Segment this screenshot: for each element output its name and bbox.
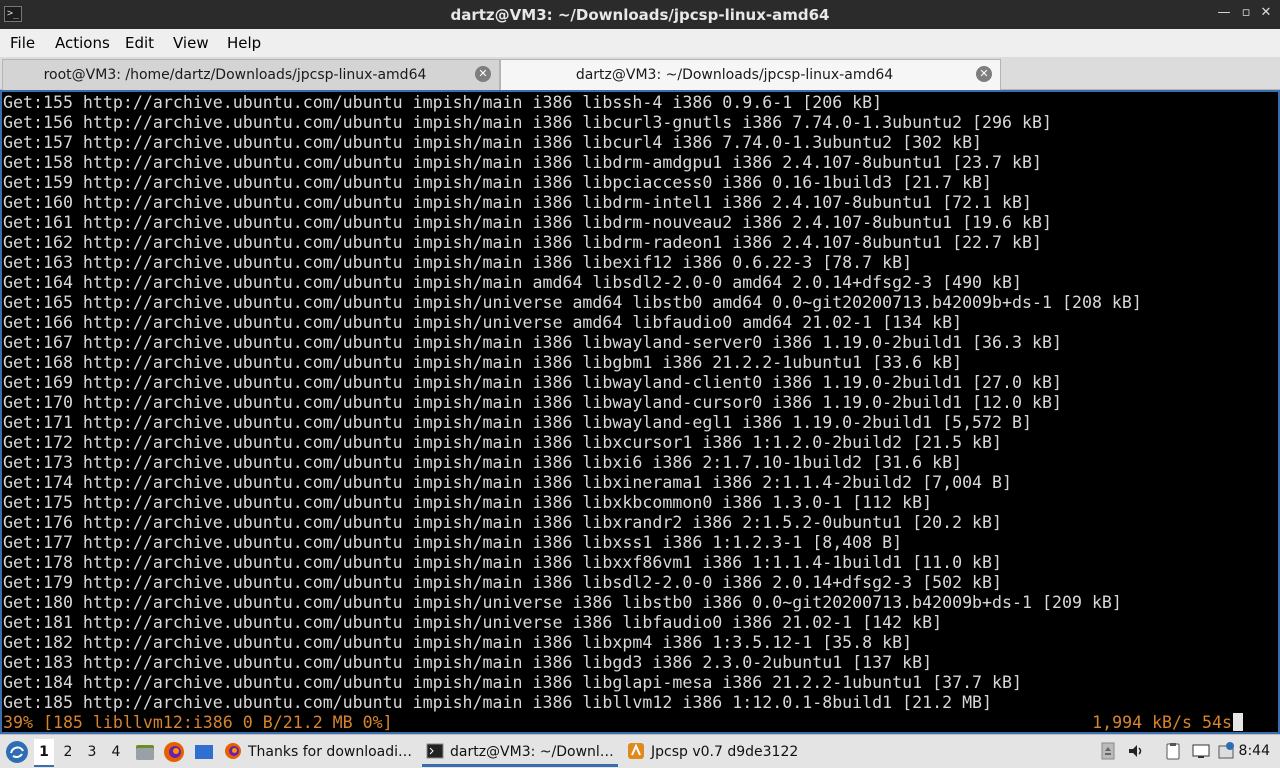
file-manager-icon[interactable] bbox=[134, 740, 156, 764]
terminal-line: Get:180 http://archive.ubuntu.com/ubuntu… bbox=[3, 593, 1122, 612]
progress-status: 39% [185 libllvm12:i386 0 B/21.2 MB 0%] bbox=[3, 713, 393, 732]
close-window-button[interactable]: ✕ bbox=[1258, 5, 1274, 21]
terminal-line: Get:176 http://archive.ubuntu.com/ubuntu… bbox=[3, 513, 1003, 532]
workspace-4[interactable]: 4 bbox=[106, 739, 126, 765]
tab-label: dartz@VM3: ~/Downloads/jpcsp-linux-amd64 bbox=[575, 67, 894, 83]
start-menu-icon[interactable] bbox=[5, 740, 29, 764]
menu-view[interactable]: View bbox=[173, 34, 209, 52]
tab-root-session[interactable]: root@VM3: /home/dartz/Downloads/jpcsp-li… bbox=[2, 59, 500, 90]
menu-file[interactable]: File bbox=[10, 34, 35, 52]
window-title: dartz@VM3: ~/Downloads/jpcsp-linux-amd64 bbox=[450, 6, 830, 24]
terminal-line: Get:174 http://archive.ubuntu.com/ubuntu… bbox=[3, 473, 1013, 492]
terminal-line: Get:156 http://archive.ubuntu.com/ubuntu… bbox=[3, 113, 1052, 132]
terminal-line: Get:175 http://archive.ubuntu.com/ubuntu… bbox=[3, 493, 933, 512]
task-label: dartz@VM3: ~/Downl… bbox=[450, 744, 614, 760]
workspace-1[interactable]: 1 bbox=[34, 739, 54, 767]
terminal-line: Get:159 http://archive.ubuntu.com/ubuntu… bbox=[3, 173, 993, 192]
task-terminal[interactable]: dartz@VM3: ~/Downl… bbox=[422, 737, 618, 767]
network-icon[interactable] bbox=[1192, 742, 1210, 760]
workspace-3[interactable]: 3 bbox=[82, 739, 102, 765]
tab-bar: root@VM3: /home/dartz/Downloads/jpcsp-li… bbox=[0, 57, 1280, 91]
task-jpcsp[interactable]: Jpcsp v0.7 d9de3122 bbox=[624, 737, 814, 767]
terminal-line: Get:185 http://archive.ubuntu.com/ubuntu… bbox=[3, 693, 993, 712]
terminal-line: Get:164 http://archive.ubuntu.com/ubuntu… bbox=[3, 273, 1023, 292]
workspace-2[interactable]: 2 bbox=[58, 739, 78, 765]
task-label: Jpcsp v0.7 d9de3122 bbox=[651, 744, 799, 760]
progress-rate: 1,994 kB/s 54s bbox=[1092, 713, 1243, 732]
clock[interactable]: 8:44 bbox=[1239, 743, 1270, 759]
terminal-line: Get:183 http://archive.ubuntu.com/ubuntu… bbox=[3, 653, 933, 672]
menu-bar: File Actions Edit View Help bbox=[0, 29, 1280, 57]
terminal-line: Get:170 http://archive.ubuntu.com/ubuntu… bbox=[3, 393, 1062, 412]
terminal-line: Get:167 http://archive.ubuntu.com/ubuntu… bbox=[3, 333, 1062, 352]
terminal-line: Get:169 http://archive.ubuntu.com/ubuntu… bbox=[3, 373, 1062, 392]
menu-help[interactable]: Help bbox=[227, 34, 261, 52]
terminal-line: Get:172 http://archive.ubuntu.com/ubuntu… bbox=[3, 433, 1003, 452]
tab-dartz-session[interactable]: dartz@VM3: ~/Downloads/jpcsp-linux-amd64… bbox=[500, 59, 1001, 91]
taskbar: 1 2 3 4 Thanks for downloadi… dartz@VM3:… bbox=[0, 734, 1280, 768]
terminal-line: Get:182 http://archive.ubuntu.com/ubuntu… bbox=[3, 633, 913, 652]
terminal-scrollbar[interactable] bbox=[1256, 92, 1278, 732]
terminal-output[interactable]: Get:155 http://archive.ubuntu.com/ubuntu… bbox=[0, 90, 1280, 734]
firefox-icon bbox=[225, 743, 241, 759]
terminal-line: Get:157 http://archive.ubuntu.com/ubuntu… bbox=[3, 133, 983, 152]
terminal-line: Get:173 http://archive.ubuntu.com/ubuntu… bbox=[3, 453, 963, 472]
terminal-line: Get:179 http://archive.ubuntu.com/ubuntu… bbox=[3, 573, 1003, 592]
terminal-cursor bbox=[1233, 713, 1243, 731]
terminal-line: Get:166 http://archive.ubuntu.com/ubuntu… bbox=[3, 313, 963, 332]
terminal-line: Get:163 http://archive.ubuntu.com/ubuntu… bbox=[3, 253, 913, 272]
window-titlebar[interactable]: >_ dartz@VM3: ~/Downloads/jpcsp-linux-am… bbox=[0, 0, 1280, 29]
terminal-icon bbox=[426, 743, 444, 759]
terminal-line: Get:162 http://archive.ubuntu.com/ubuntu… bbox=[3, 233, 1042, 252]
tab-label: root@VM3: /home/dartz/Downloads/jpcsp-li… bbox=[43, 67, 427, 83]
notification-icon[interactable] bbox=[1217, 742, 1235, 760]
task-label: Thanks for downloadi… bbox=[248, 744, 413, 760]
terminal-line: Get:158 http://archive.ubuntu.com/ubuntu… bbox=[3, 153, 1042, 172]
terminal-line: Get:155 http://archive.ubuntu.com/ubuntu… bbox=[3, 93, 883, 112]
clipboard-icon[interactable] bbox=[1164, 742, 1182, 760]
terminal-line: Get:184 http://archive.ubuntu.com/ubuntu… bbox=[3, 673, 1023, 692]
eject-icon[interactable] bbox=[1099, 742, 1117, 760]
maximize-button[interactable]: ▫ bbox=[1238, 5, 1254, 21]
terminal-line: Get:178 http://archive.ubuntu.com/ubuntu… bbox=[3, 553, 1003, 572]
desktop-icon[interactable] bbox=[193, 740, 215, 764]
close-tab-icon[interactable]: ✕ bbox=[976, 66, 992, 82]
terminal-lines: Get:155 http://archive.ubuntu.com/ubuntu… bbox=[3, 93, 1253, 732]
volume-icon[interactable] bbox=[1127, 742, 1145, 760]
terminal-line: Get:181 http://archive.ubuntu.com/ubuntu… bbox=[3, 613, 943, 632]
menu-actions[interactable]: Actions bbox=[55, 34, 110, 52]
jpcsp-icon bbox=[628, 743, 644, 759]
terminal-line: Get:160 http://archive.ubuntu.com/ubuntu… bbox=[3, 193, 1032, 212]
terminal-line: Get:171 http://archive.ubuntu.com/ubuntu… bbox=[3, 413, 1032, 432]
task-firefox[interactable]: Thanks for downloadi… bbox=[224, 737, 414, 767]
terminal-line: Get:165 http://archive.ubuntu.com/ubuntu… bbox=[3, 293, 1142, 312]
download-progress-line: 39% [185 libllvm12:i386 0 B/21.2 MB 0%] 1… bbox=[3, 713, 1253, 732]
terminal-line: Get:168 http://archive.ubuntu.com/ubuntu… bbox=[3, 353, 963, 372]
terminal-line: Get:177 http://archive.ubuntu.com/ubuntu… bbox=[3, 533, 903, 552]
terminal-line: Get:161 http://archive.ubuntu.com/ubuntu… bbox=[3, 213, 1052, 232]
close-tab-icon[interactable]: ✕ bbox=[475, 66, 491, 82]
minimize-button[interactable]: — bbox=[1216, 5, 1232, 21]
menu-edit[interactable]: Edit bbox=[125, 34, 154, 52]
progress-rate-text: 1,994 kB/s 54s bbox=[1092, 713, 1232, 732]
firefox-icon[interactable] bbox=[163, 740, 185, 764]
